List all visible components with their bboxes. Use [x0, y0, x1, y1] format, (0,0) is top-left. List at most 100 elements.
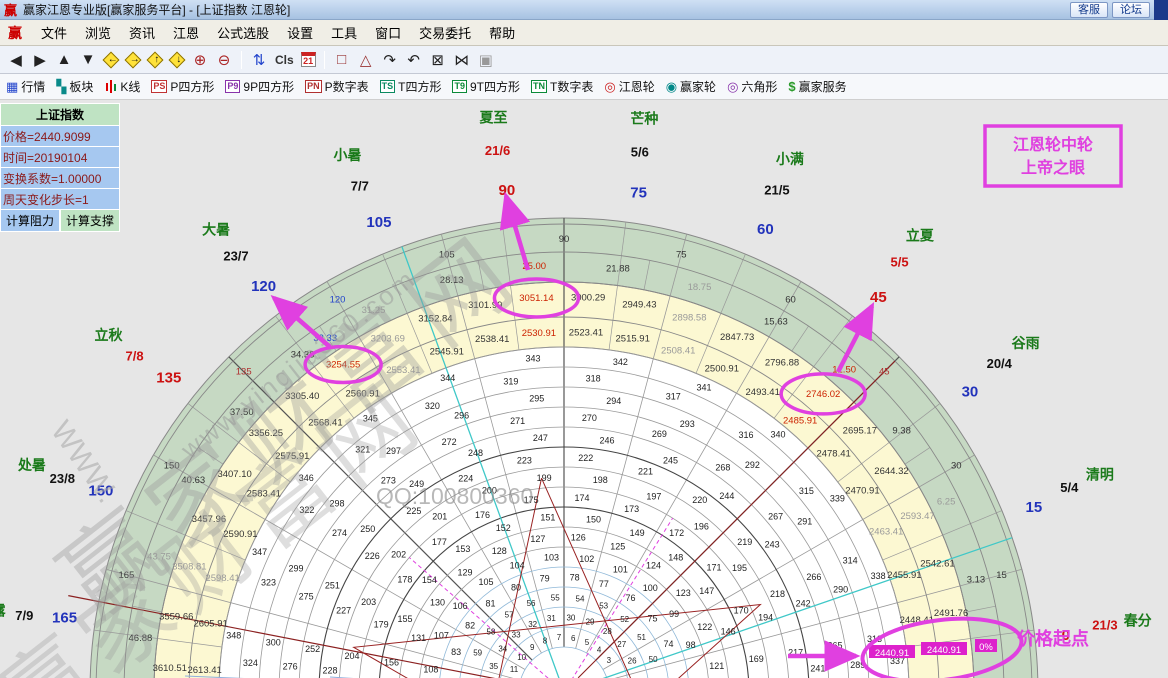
menu-item-6[interactable]: 工具: [322, 20, 366, 45]
quotes-grid-icon: ▦: [6, 80, 18, 93]
calc-resistance-button[interactable]: 计算阻力: [0, 209, 60, 232]
blocks-icon: ▚: [56, 80, 66, 93]
clipboard-icon[interactable]: ▣: [474, 51, 498, 69]
toolbar-button-六角形[interactable]: ◎六角形: [727, 78, 777, 95]
toolbar-button-江恩轮[interactable]: ◎江恩轮: [604, 78, 654, 95]
spiral-number: 50: [649, 655, 658, 664]
origin-cell-value: 2440.91: [875, 648, 909, 659]
forum-button[interactable]: 论坛: [1112, 2, 1150, 18]
toolbar-button-赢家轮[interactable]: ◉赢家轮: [666, 78, 716, 95]
spiral-number: 172: [669, 528, 684, 538]
spiral-number: 171: [707, 562, 722, 572]
back-icon[interactable]: ◀: [4, 51, 28, 69]
toolbar-button-板块[interactable]: ▚板块: [56, 78, 93, 95]
toolbar-button-行情[interactable]: ▦行情: [6, 78, 45, 95]
up-arrow-icon[interactable]: ▲: [52, 51, 76, 68]
cls-button[interactable]: Cls: [275, 53, 294, 67]
spiral-number: 148: [668, 552, 683, 562]
percent-value: 21.88: [606, 263, 630, 274]
menu-item-4[interactable]: 公式选股: [208, 20, 278, 45]
calendar-icon[interactable]: 21: [301, 52, 316, 67]
solar-term-date: 20/4: [987, 356, 1013, 371]
forward-icon[interactable]: ▶: [28, 51, 52, 69]
calc-support-button[interactable]: 计算支撑: [60, 209, 120, 232]
degree-inner-label: 60: [785, 295, 796, 306]
toolbar-button-T四方形[interactable]: TST四方形: [380, 78, 442, 95]
menu-item-0[interactable]: 文件: [32, 20, 76, 45]
spiral-number: 104: [510, 560, 525, 570]
menu-item-8[interactable]: 交易委托: [410, 20, 480, 45]
menu-item-5[interactable]: 设置: [278, 20, 322, 45]
spiral-number: 299: [288, 564, 303, 574]
spiral-number: 275: [299, 592, 314, 602]
spiral-number: 343: [526, 353, 541, 363]
menu-item-9[interactable]: 帮助: [480, 20, 524, 45]
price-outer-value: 2593.47: [900, 511, 934, 522]
box-x-tool-icon[interactable]: ⊠: [426, 51, 450, 69]
triangle-tool-icon[interactable]: △: [354, 51, 378, 69]
toolbar-button-P四方形[interactable]: PSP四方形: [151, 78, 214, 95]
spiral-number: 252: [305, 644, 320, 654]
spiral-number: 292: [745, 460, 760, 470]
axis-scale-icon[interactable]: ⇅: [247, 51, 271, 69]
spiral-number: 202: [391, 550, 406, 560]
winner-wheel-icon: ◉: [666, 80, 677, 93]
candlestick-icon: [104, 80, 117, 93]
solar-term-name: 谷雨: [1012, 335, 1040, 351]
menu-item-7[interactable]: 窗口: [366, 20, 410, 45]
spiral-number: 52: [620, 615, 629, 624]
badge-P9: P9: [225, 80, 240, 93]
toolbar-button-赢家服务[interactable]: $赢家服务: [788, 78, 846, 95]
zoom-in-icon[interactable]: ⊕: [188, 51, 212, 69]
spiral-number: 99: [669, 609, 679, 619]
spiral-number: 198: [593, 475, 608, 485]
spiral-number: 195: [732, 563, 747, 573]
toolbar-button-9P四方形[interactable]: P99P四方形: [225, 78, 294, 95]
menu-item-3[interactable]: 江恩: [164, 20, 208, 45]
toolbar-button-9T四方形[interactable]: T99T四方形: [452, 78, 520, 95]
customer-service-button[interactable]: 客服: [1070, 2, 1108, 18]
degree-inner-label: 90: [559, 234, 570, 245]
spiral-number: 319: [503, 377, 518, 387]
toolbar-button-K线[interactable]: K线: [104, 78, 140, 95]
spiral-number: 204: [345, 651, 360, 661]
zoom-out-icon[interactable]: ⊖: [212, 51, 236, 69]
spiral-number: 194: [758, 612, 773, 622]
spiral-number: 74: [663, 639, 673, 649]
spiral-number: 178: [397, 574, 412, 584]
badge-T9: T9: [452, 80, 467, 93]
degree-inner-label: 120: [330, 295, 346, 306]
spiral-number: 126: [571, 533, 586, 543]
square-tool-icon[interactable]: □: [330, 51, 354, 68]
rotate-ccw-icon[interactable]: ↶: [402, 51, 426, 69]
spiral-number: 177: [432, 537, 447, 547]
toolbar-button-P数字表[interactable]: PNP数字表: [305, 78, 369, 95]
spiral-number: 339: [830, 493, 845, 503]
spiral-number: 57: [505, 610, 514, 619]
rotate-cw-icon[interactable]: ↷: [378, 51, 402, 69]
down-arrow-icon[interactable]: ▼: [76, 51, 100, 68]
pan-up-icon[interactable]: ↑: [147, 51, 164, 68]
toolbar-separator: [241, 51, 242, 69]
spiral-number: 26: [628, 657, 637, 666]
spiral-number: 5: [585, 638, 590, 647]
pan-right-icon[interactable]: →: [125, 51, 142, 68]
spiral-number: 242: [796, 599, 811, 609]
solar-term-date: 23/8: [50, 471, 75, 486]
pan-left-icon[interactable]: ←: [103, 51, 120, 68]
spiral-number: 320: [425, 401, 440, 411]
price-row: 价格=2440.9099: [0, 125, 120, 146]
note-box-line: 江恩轮中轮: [1013, 135, 1093, 154]
step-row: 周天变化步长=1: [0, 188, 120, 209]
solar-term-name: 芒种: [630, 111, 658, 127]
menu-item-2[interactable]: 资讯: [120, 20, 164, 45]
toolbar-button-label: 赢家服务: [799, 78, 847, 95]
menu-item-1[interactable]: 浏览: [76, 20, 120, 45]
toolbar-button-T数字表[interactable]: TNT数字表: [531, 78, 593, 95]
center-cross-tool-icon[interactable]: ⋈: [450, 51, 474, 69]
price-origin-label: 价格起点: [1017, 628, 1089, 649]
pan-down-icon[interactable]: ↓: [169, 51, 186, 68]
spiral-number: 153: [455, 544, 470, 554]
gann-wheel-icon: ◎: [604, 80, 615, 93]
price-inner-value: 2463.41: [869, 526, 903, 537]
